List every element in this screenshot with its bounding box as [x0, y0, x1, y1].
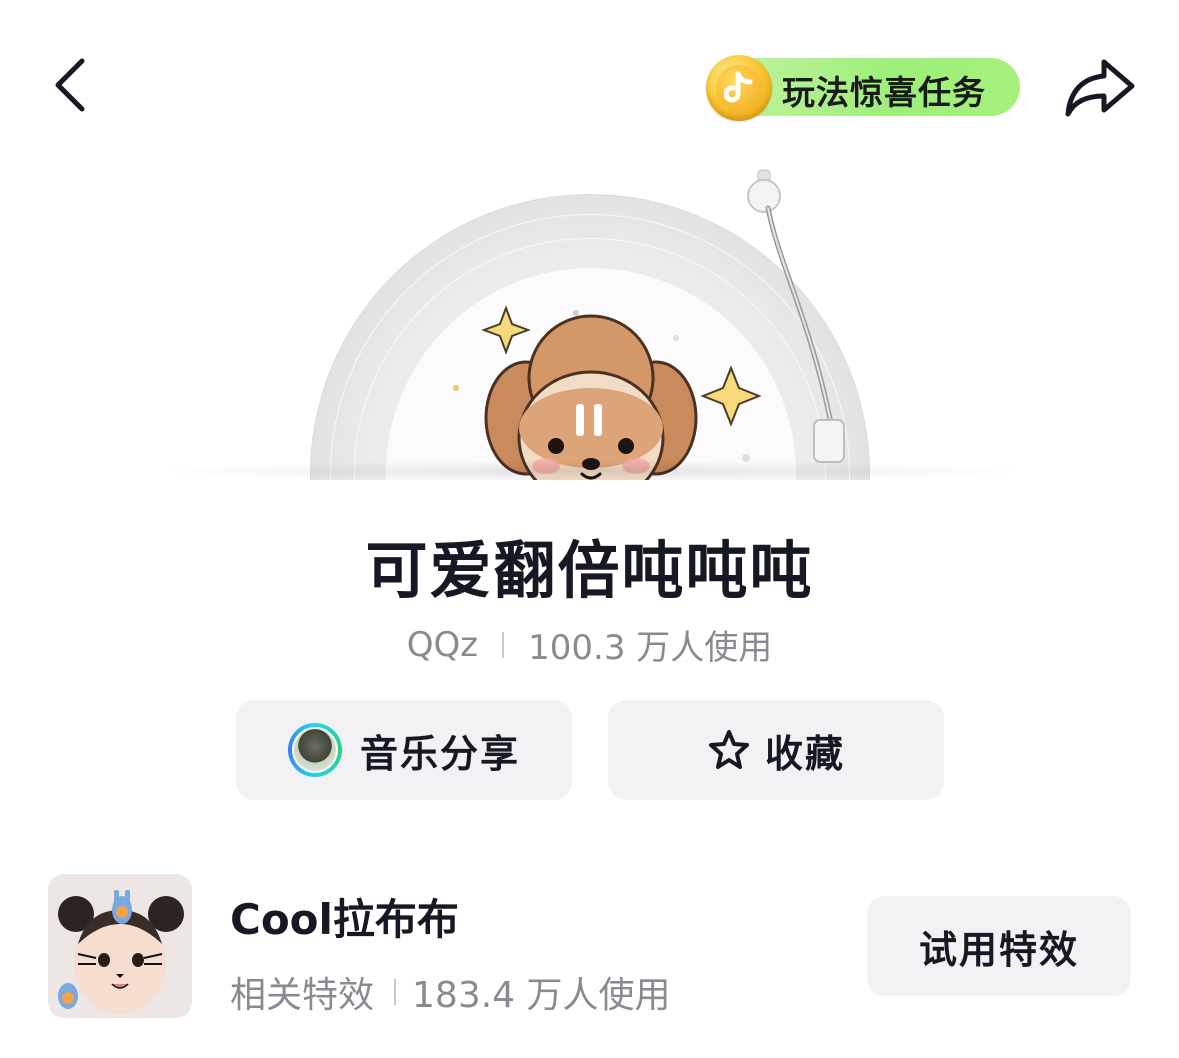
music-coin-icon [706, 55, 772, 121]
share-arrow-icon [1065, 59, 1135, 117]
song-usage-count: 100.3 万人使用 [528, 628, 773, 668]
effect-usage-count: 183.4 万人使用 [412, 975, 671, 1016]
meta-divider [394, 979, 397, 1005]
try-effect-button[interactable]: 试用特效 [867, 896, 1131, 996]
tonearm [747, 169, 845, 463]
effect-type: 相关特效 [230, 975, 375, 1016]
music-share-label: 音乐分享 [359, 731, 520, 776]
song-author[interactable]: QQz [407, 625, 478, 665]
effect-thumbnail[interactable] [48, 874, 192, 1018]
avatar [287, 723, 342, 777]
chevron-left-icon [55, 58, 85, 112]
star-outline-icon [708, 730, 749, 769]
back-button[interactable] [40, 50, 100, 120]
pause-icon[interactable] [572, 402, 608, 438]
surprise-task-pill[interactable]: 玩法惊喜任务 [706, 55, 1020, 121]
task-pill-label: 玩法惊喜任务 [782, 73, 986, 112]
music-share-button[interactable]: 音乐分享 [236, 700, 572, 800]
song-title: 可爱翻倍吨吨吨 [365, 534, 814, 607]
favorite-label: 收藏 [764, 731, 845, 776]
record-shadow [150, 460, 1030, 480]
favorite-button[interactable]: 收藏 [608, 700, 944, 800]
meta-divider [502, 631, 505, 658]
song-meta: QQz 100.3 万人使用 [0, 620, 1179, 669]
effect-meta: 相关特效 183.4 万人使用 [230, 966, 671, 1018]
share-button[interactable] [1058, 50, 1142, 126]
effect-name[interactable]: Cool拉布布 [230, 886, 459, 947]
